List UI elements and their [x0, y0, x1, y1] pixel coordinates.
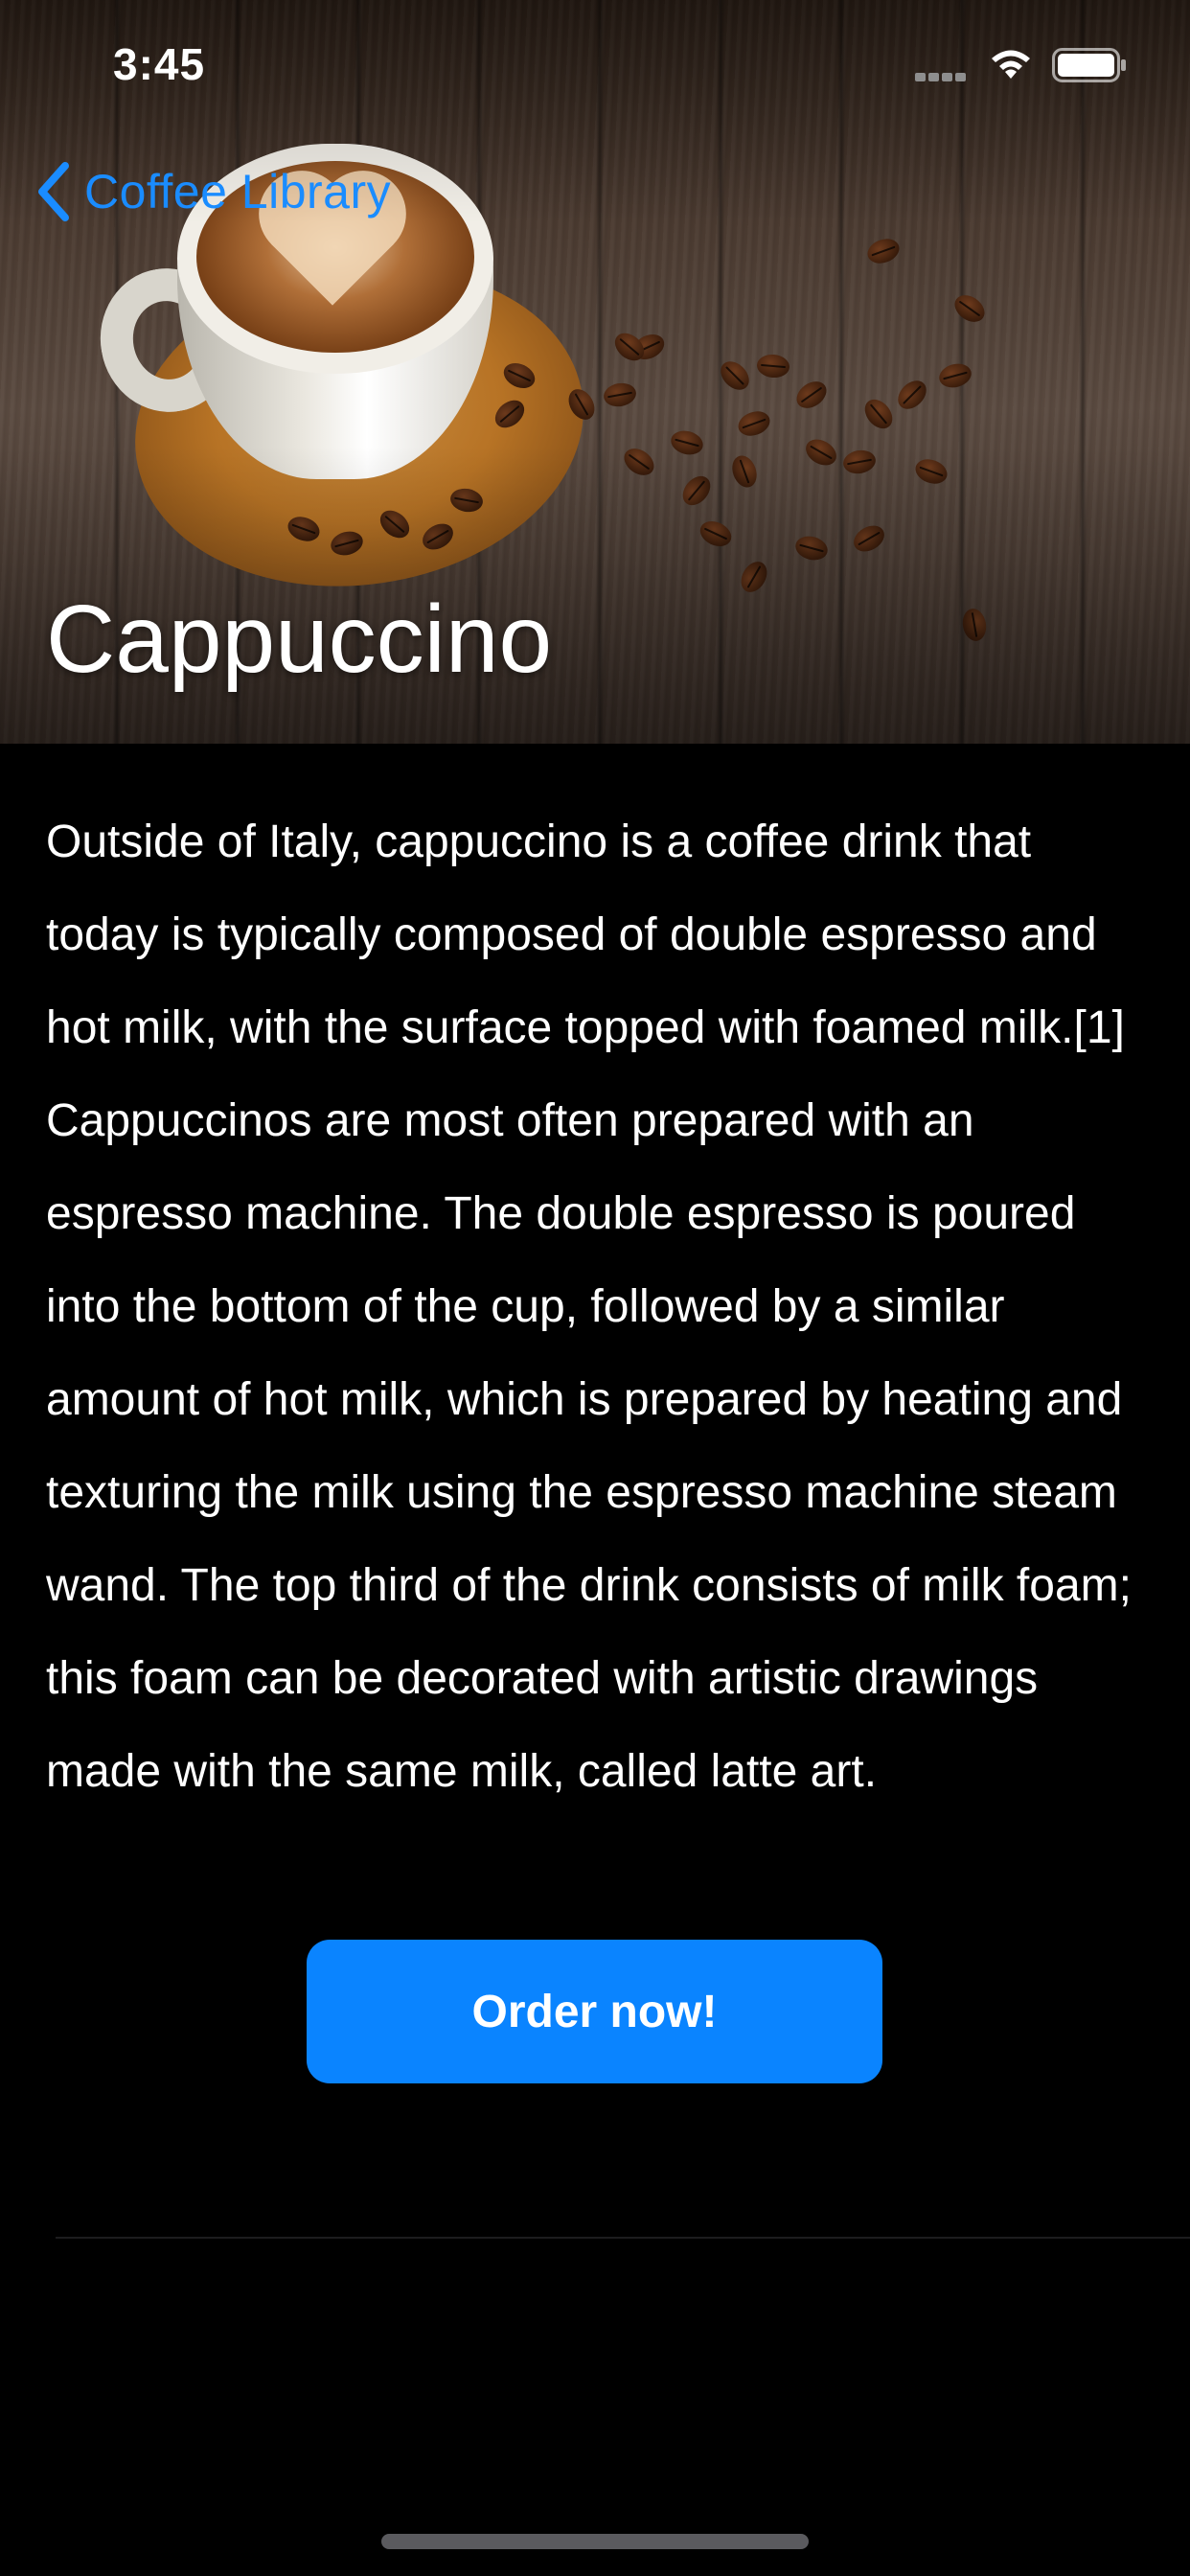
page-title: Cappuccino	[46, 586, 553, 693]
coffee-description: Outside of Italy, cappuccino is a coffee…	[46, 816, 1132, 1797]
divider	[56, 2237, 1190, 2239]
cellular-signal-icon	[915, 69, 971, 81]
battery-icon	[1052, 48, 1126, 82]
home-indicator[interactable]	[381, 2534, 809, 2549]
wifi-icon	[992, 50, 1030, 79]
back-button-label: Coffee Library	[84, 165, 392, 218]
status-time: 3:45	[113, 39, 206, 89]
coffee-detail-screen: 3:45 Coffee Library Cappuccino Outside o…	[0, 0, 1190, 2576]
back-button[interactable]: Coffee Library	[34, 153, 391, 230]
order-now-button[interactable]: Order now!	[307, 1940, 882, 2083]
status-bar: 3:45	[0, 0, 1190, 126]
chevron-left-icon	[38, 162, 69, 221]
